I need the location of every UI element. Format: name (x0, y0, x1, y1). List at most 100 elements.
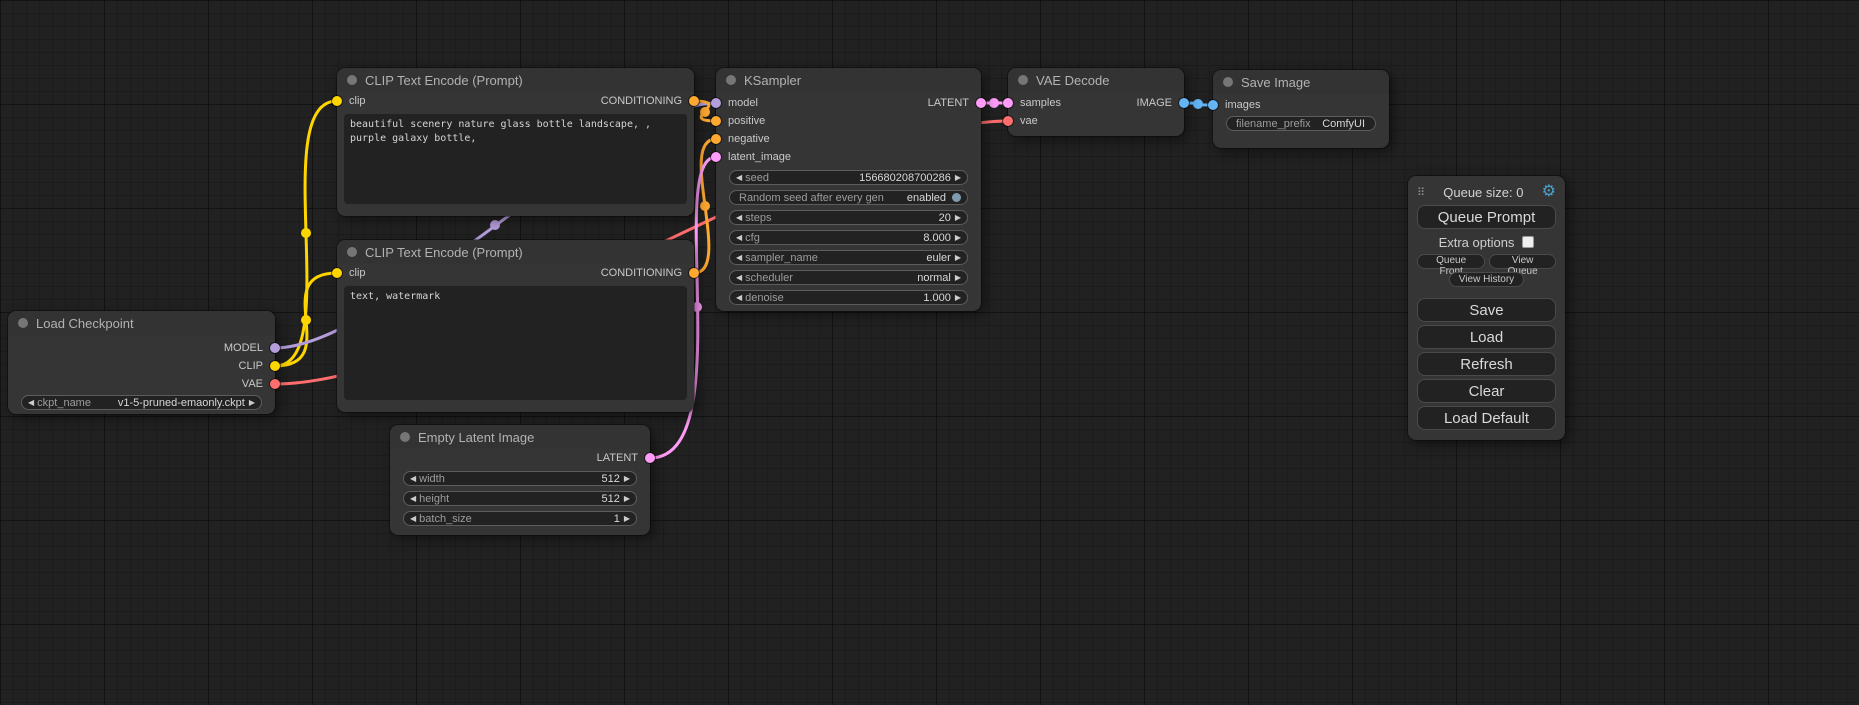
decrement-icon[interactable]: ◀ (736, 234, 742, 242)
increment-icon[interactable]: ▶ (624, 515, 630, 523)
cfg-widget[interactable]: ◀ cfg 8.000 ▶ (729, 230, 968, 245)
decrement-icon[interactable]: ◀ (410, 515, 416, 523)
widget-label: batch_size (419, 513, 472, 525)
clip-output-dot[interactable] (270, 361, 280, 371)
toggle-on-dot[interactable] (952, 193, 961, 202)
next-value-icon[interactable]: ▶ (955, 254, 961, 262)
node-title: CLIP Text Encode (Prompt) (365, 245, 523, 260)
decrement-icon[interactable]: ◀ (736, 214, 742, 222)
collapse-dot-icon[interactable] (726, 75, 736, 85)
collapse-dot-icon[interactable] (347, 247, 357, 257)
output-slot-vae: VAE (8, 375, 275, 393)
prev-value-icon[interactable]: ◀ (28, 399, 34, 407)
clip-input-dot[interactable] (332, 268, 342, 278)
clear-button[interactable]: Clear (1417, 379, 1556, 403)
increment-icon[interactable]: ▶ (624, 475, 630, 483)
node-title-bar[interactable]: Empty Latent Image (390, 425, 650, 449)
node-title-bar[interactable]: Save Image (1213, 70, 1389, 94)
save-button[interactable]: Save (1417, 298, 1556, 322)
sampler-name-widget[interactable]: ◀ sampler_name euler ▶ (729, 250, 968, 265)
node-title-bar[interactable]: Load Checkpoint (8, 311, 275, 335)
node-clip-text-encode-negative[interactable]: CLIP Text Encode (Prompt) clip CONDITION… (337, 240, 694, 412)
collapse-dot-icon[interactable] (1223, 77, 1233, 87)
node-empty-latent-image[interactable]: Empty Latent Image LATENT ◀ width 512 ▶ … (390, 425, 650, 535)
increment-icon[interactable]: ▶ (955, 234, 961, 242)
widget-label: scheduler (745, 272, 793, 284)
settings-gear-icon[interactable]: ⚙ (1542, 184, 1556, 200)
conditioning-output-dot[interactable] (689, 96, 699, 106)
view-history-button[interactable]: View History (1449, 272, 1524, 287)
collapse-dot-icon[interactable] (400, 432, 410, 442)
view-queue-button[interactable]: View Queue (1489, 254, 1556, 269)
decrement-icon[interactable]: ◀ (410, 495, 416, 503)
node-vae-decode[interactable]: VAE Decode samples IMAGE vae (1008, 68, 1184, 136)
node-title-bar[interactable]: CLIP Text Encode (Prompt) (337, 68, 694, 92)
node-save-image[interactable]: Save Image images filename_prefix ComfyU… (1213, 70, 1389, 148)
refresh-button[interactable]: Refresh (1417, 352, 1556, 376)
link-midpoint-dot (490, 220, 500, 230)
slot-label: samples (1020, 97, 1061, 109)
random-seed-toggle-widget[interactable]: Random seed after every gen enabled (729, 190, 968, 205)
vae-output-dot[interactable] (270, 379, 280, 389)
node-load-checkpoint[interactable]: Load Checkpoint MODEL CLIP VAE ◀ ckpt_na… (8, 311, 275, 414)
batch-size-widget[interactable]: ◀ batch_size 1 ▶ (403, 511, 637, 526)
node-ksampler[interactable]: KSampler model LATENT positive negative … (716, 68, 981, 311)
node-title-bar[interactable]: VAE Decode (1008, 68, 1184, 92)
slot-row-model: model LATENT (716, 94, 981, 112)
slot-label: negative (728, 133, 770, 145)
images-input-dot[interactable] (1208, 100, 1218, 110)
next-value-icon[interactable]: ▶ (955, 274, 961, 282)
ckpt-name-widget[interactable]: ◀ ckpt_name v1-5-pruned-emaonly.ckpt ▶ (21, 395, 262, 410)
node-title-bar[interactable]: KSampler (716, 68, 981, 92)
samples-input-dot[interactable] (1003, 98, 1013, 108)
conditioning-output-dot[interactable] (689, 268, 699, 278)
drag-handle-icon[interactable]: ⠿ (1417, 186, 1425, 199)
load-button[interactable]: Load (1417, 325, 1556, 349)
prev-value-icon[interactable]: ◀ (736, 274, 742, 282)
height-widget[interactable]: ◀ height 512 ▶ (403, 491, 637, 506)
graph-canvas[interactable]: Load Checkpoint MODEL CLIP VAE ◀ ckpt_na… (0, 0, 1859, 705)
increment-icon[interactable]: ▶ (955, 174, 961, 182)
widget-label: ckpt_name (37, 397, 91, 409)
queue-menu-panel[interactable]: ⠿ Queue size: 0 ⚙ Queue Prompt Extra opt… (1408, 176, 1565, 440)
denoise-widget[interactable]: ◀ denoise 1.000 ▶ (729, 290, 968, 305)
vae-input-dot[interactable] (1003, 116, 1013, 126)
increment-icon[interactable]: ▶ (955, 294, 961, 302)
clip-input-dot[interactable] (332, 96, 342, 106)
seed-widget[interactable]: ◀ seed 156680208700286 ▶ (729, 170, 968, 185)
link-midpoint-dot (700, 201, 710, 211)
width-widget[interactable]: ◀ width 512 ▶ (403, 471, 637, 486)
extra-options-checkbox[interactable] (1522, 236, 1534, 248)
filename-prefix-widget[interactable]: filename_prefix ComfyUI (1226, 116, 1376, 131)
latent-output-dot[interactable] (645, 453, 655, 463)
node-clip-text-encode-positive[interactable]: CLIP Text Encode (Prompt) clip CONDITION… (337, 68, 694, 216)
collapse-dot-icon[interactable] (1018, 75, 1028, 85)
prev-value-icon[interactable]: ◀ (736, 254, 742, 262)
next-value-icon[interactable]: ▶ (249, 399, 255, 407)
decrement-icon[interactable]: ◀ (736, 294, 742, 302)
decrement-icon[interactable]: ◀ (410, 475, 416, 483)
image-output-dot[interactable] (1179, 98, 1189, 108)
negative-prompt-textarea[interactable]: text, watermark (344, 286, 687, 400)
slot-label: CONDITIONING (601, 267, 682, 279)
negative-input-dot[interactable] (711, 134, 721, 144)
steps-widget[interactable]: ◀ steps 20 ▶ (729, 210, 968, 225)
node-title-bar[interactable]: CLIP Text Encode (Prompt) (337, 240, 694, 264)
positive-prompt-textarea[interactable]: beautiful scenery nature glass bottle la… (344, 114, 687, 204)
model-input-dot[interactable] (711, 98, 721, 108)
decrement-icon[interactable]: ◀ (736, 174, 742, 182)
latent-image-input-dot[interactable] (711, 152, 721, 162)
load-default-button[interactable]: Load Default (1417, 406, 1556, 430)
latent-output-dot[interactable] (976, 98, 986, 108)
queue-front-button[interactable]: Queue Front (1417, 254, 1485, 269)
slot-row: clip CONDITIONING (337, 92, 694, 110)
increment-icon[interactable]: ▶ (624, 495, 630, 503)
increment-icon[interactable]: ▶ (955, 214, 961, 222)
model-output-dot[interactable] (270, 343, 280, 353)
collapse-dot-icon[interactable] (347, 75, 357, 85)
queue-prompt-button[interactable]: Queue Prompt (1417, 205, 1556, 229)
collapse-dot-icon[interactable] (18, 318, 28, 328)
scheduler-widget[interactable]: ◀ scheduler normal ▶ (729, 270, 968, 285)
positive-input-dot[interactable] (711, 116, 721, 126)
extra-options-label: Extra options (1439, 235, 1515, 250)
